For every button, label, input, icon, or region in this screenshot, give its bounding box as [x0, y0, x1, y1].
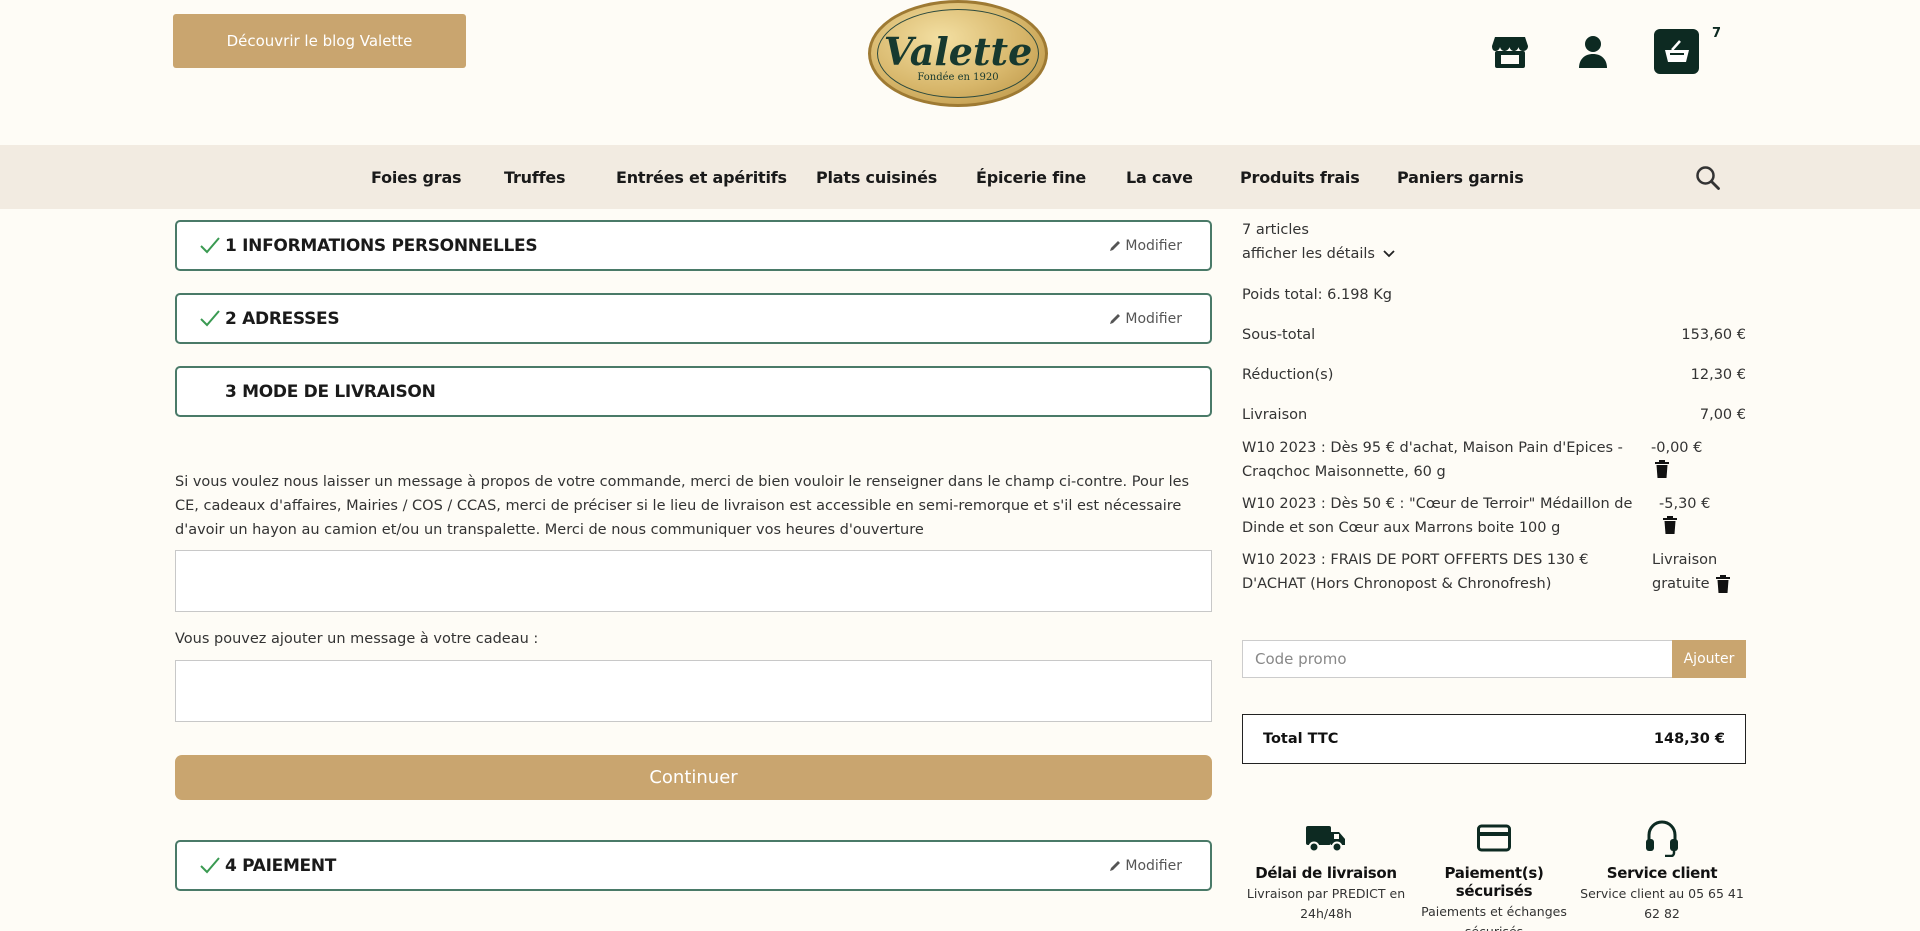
nav-item-epicerie[interactable]: Épicerie fine — [976, 145, 1086, 209]
step-title: 4 PAIEMENT — [225, 855, 337, 876]
order-message-input[interactable] — [175, 550, 1212, 612]
promo-amount-wrap: -5,30 € — [1647, 492, 1746, 540]
modify-label: Modifier — [1125, 237, 1182, 254]
total-label: Total TTC — [1263, 731, 1339, 747]
chevron-down-icon — [1383, 250, 1395, 258]
continue-button[interactable]: Continuer — [175, 755, 1212, 800]
cart-icon[interactable] — [1654, 29, 1699, 74]
truck-icon — [1242, 818, 1410, 858]
trash-icon[interactable] — [1655, 460, 1669, 478]
total-weight: Poids total: 6.198 Kg — [1242, 287, 1392, 303]
nav-item-cave[interactable]: La cave — [1126, 145, 1193, 209]
headset-icon — [1578, 818, 1746, 858]
promo-description: W10 2023 : Dès 50 € : "Cœur de Terroir" … — [1242, 496, 1633, 536]
check-icon — [200, 857, 220, 874]
logo-text: Valette — [883, 28, 1033, 74]
promo-line: W10 2023 : FRAIS DE PORT OFFERTS DES 130… — [1242, 548, 1746, 596]
reassurance-service: Service client Service client au 05 65 4… — [1578, 818, 1746, 924]
shipping-label: Livraison — [1242, 407, 1308, 423]
modify-label: Modifier — [1125, 310, 1182, 327]
main-nav: Foies gras Truffes Entrées et apéritifs … — [0, 145, 1920, 209]
subtotal-row: Sous-total 153,60 € — [1242, 327, 1746, 343]
promo-amount-line1: Livraison — [1652, 552, 1718, 568]
reduction-label: Réduction(s) — [1242, 367, 1334, 383]
article-count: 7 articles — [1242, 222, 1309, 238]
nav-item-truffes[interactable]: Truffes — [504, 145, 566, 209]
shipping-row: Livraison 7,00 € — [1242, 407, 1746, 423]
modify-payment-link[interactable]: Modifier — [1109, 842, 1182, 889]
total-box: Total TTC 148,30 € — [1242, 714, 1746, 764]
promo-code-input[interactable]: Code promo — [1242, 640, 1672, 678]
site-header: Découvrir le blog Valette Valette Fondée… — [0, 0, 1920, 145]
account-icon[interactable] — [1571, 30, 1615, 74]
reassurance-title: Délai de livraison — [1255, 864, 1397, 882]
logo-subtitle: Fondée en 1920 — [917, 71, 999, 83]
valette-logo[interactable]: Valette Fondée en 1920 — [868, 0, 1048, 107]
modify-label: Modifier — [1125, 857, 1182, 874]
order-message-instructions: Si vous voulez nous laisser un message à… — [175, 474, 1190, 538]
cart-count-badge: 7 — [1712, 26, 1722, 41]
pencil-icon — [1110, 313, 1121, 324]
promo-amount-wrap: Livraison gratuite — [1647, 548, 1746, 596]
reassurance-title: Paiement(s) sécurisés — [1444, 864, 1544, 900]
step-title: 2 ADRESSES — [225, 308, 340, 329]
step-delivery-mode: 3 MODE DE LIVRAISON — [175, 366, 1212, 417]
step-title: 1 INFORMATIONS PERSONNELLES — [225, 235, 538, 256]
subtotal-value: 153,60 € — [1681, 327, 1746, 343]
nav-item-paniers[interactable]: Paniers garnis — [1397, 145, 1524, 209]
reassurance-title: Service client — [1606, 864, 1718, 882]
search-icon[interactable] — [1695, 165, 1721, 191]
check-icon — [200, 310, 220, 327]
promo-description: W10 2023 : Dès 95 € d'achat, Maison Pain… — [1242, 440, 1623, 480]
show-details-toggle[interactable]: afficher les détails — [1242, 246, 1395, 262]
reassurance-text: Service client au 05 65 41 62 82 — [1580, 886, 1744, 921]
pencil-icon — [1110, 240, 1121, 251]
trash-icon[interactable] — [1663, 516, 1677, 534]
add-promo-button[interactable]: Ajouter — [1672, 640, 1746, 678]
reassurance-delivery: Délai de livraison Livraison par PREDICT… — [1242, 818, 1410, 924]
shipping-value: 7,00 € — [1699, 407, 1746, 423]
store-icon[interactable] — [1488, 30, 1532, 74]
promo-line: W10 2023 : Dès 50 € : "Cœur de Terroir" … — [1242, 492, 1746, 540]
nav-item-foies-gras[interactable]: Foies gras — [371, 145, 462, 209]
reduction-row: Réduction(s) 12,30 € — [1242, 367, 1746, 383]
promo-description: W10 2023 : FRAIS DE PORT OFFERTS DES 130… — [1242, 552, 1589, 592]
nav-item-plats[interactable]: Plats cuisinés — [816, 145, 937, 209]
promo-amount: -5,30 € — [1659, 496, 1711, 512]
credit-card-icon — [1410, 818, 1578, 858]
step-title: 3 MODE DE LIVRAISON — [225, 381, 436, 402]
step-payment[interactable]: 4 PAIEMENT Modifier — [175, 840, 1212, 891]
check-icon — [200, 237, 220, 254]
total-value: 148,30 € — [1653, 731, 1725, 747]
trash-icon[interactable] — [1715, 575, 1730, 593]
show-details-label: afficher les détails — [1242, 246, 1375, 262]
reassurance-text: Livraison par PREDICT en 24h/48h — [1246, 886, 1406, 921]
gift-message-label: Vous pouvez ajouter un message à votre c… — [175, 631, 539, 647]
reduction-value: 12,30 € — [1690, 367, 1746, 383]
modify-addresses-link[interactable]: Modifier — [1109, 295, 1182, 342]
step-personal-info[interactable]: 1 INFORMATIONS PERSONNELLES Modifier — [175, 220, 1212, 271]
promo-amount: -0,00 € — [1651, 440, 1703, 456]
reassurance-text: Paiements et échanges sécurisés — [1421, 904, 1567, 931]
promo-code-form: Code promo Ajouter — [1242, 640, 1746, 678]
blog-button[interactable]: Découvrir le blog Valette — [173, 14, 466, 68]
step-addresses[interactable]: 2 ADRESSES Modifier — [175, 293, 1212, 344]
promo-amount-line2-wrap: gratuite — [1652, 572, 1730, 596]
promo-line: W10 2023 : Dès 95 € d'achat, Maison Pain… — [1242, 436, 1746, 484]
gift-message-input[interactable] — [175, 660, 1212, 722]
nav-item-entrees[interactable]: Entrées et apéritifs — [616, 145, 787, 209]
promo-amount-line2: gratuite — [1652, 576, 1710, 592]
nav-item-produits-frais[interactable]: Produits frais — [1240, 145, 1360, 209]
modify-personal-info-link[interactable]: Modifier — [1109, 222, 1182, 269]
subtotal-label: Sous-total — [1242, 327, 1316, 343]
pencil-icon — [1110, 860, 1121, 871]
reassurance-payment: Paiement(s) sécurisés Paiements et échan… — [1410, 818, 1578, 931]
promo-amount-wrap: -0,00 € — [1647, 436, 1746, 484]
